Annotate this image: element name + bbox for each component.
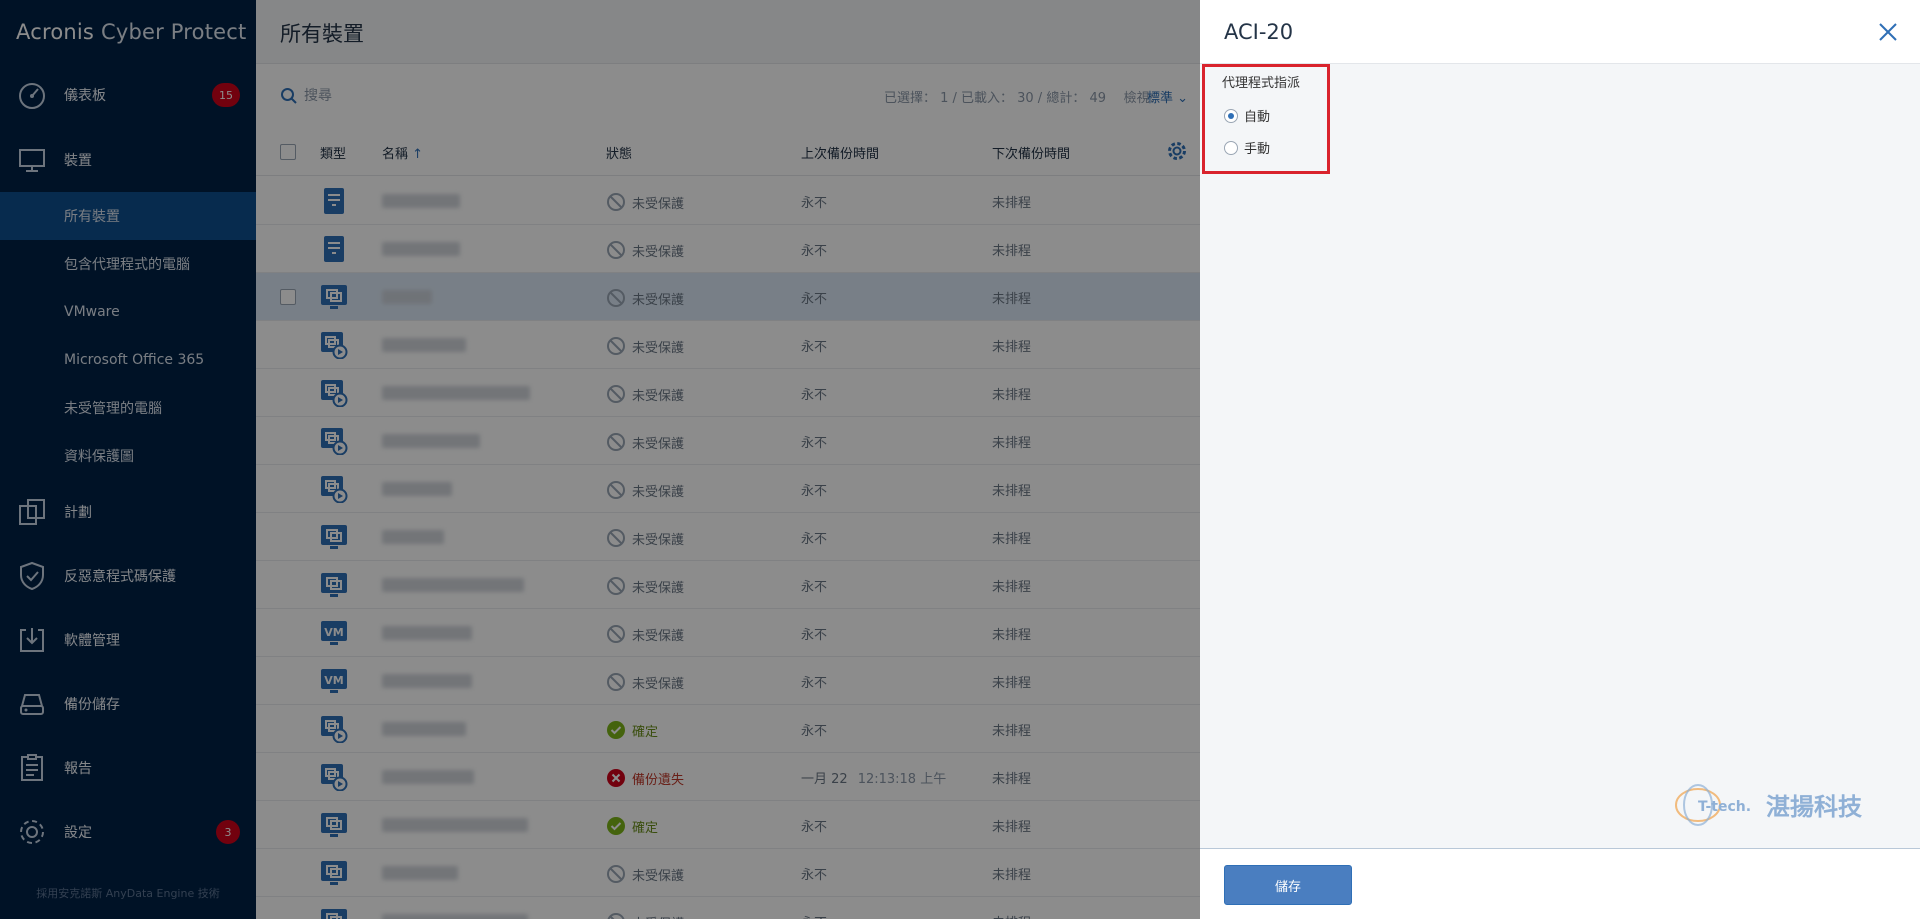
radio-manual-label: 手動	[1244, 142, 1271, 157]
close-icon[interactable]	[1876, 20, 1900, 44]
watermark-logo-icon: T-tech.	[1675, 784, 1751, 826]
watermark: T-tech. 湛揚科技	[1672, 776, 1892, 832]
modal-overlay[interactable]	[0, 0, 1200, 919]
panel-footer: 儲存	[1200, 848, 1920, 919]
watermark-small-text: T-tech.	[1698, 799, 1751, 815]
device-details-panel: ACI-20 代理程式指派 自動 手動 T-tech. 湛揚科技 儲存	[1200, 0, 1920, 919]
radio-manual-button[interactable]	[1224, 140, 1238, 155]
radio-manual[interactable]: 手動	[1224, 138, 1270, 157]
radio-auto-label: 自動	[1244, 110, 1271, 125]
watermark-brand: 湛揚科技	[1766, 792, 1862, 821]
save-button[interactable]: 儲存	[1224, 865, 1352, 905]
radio-auto-button[interactable]	[1224, 108, 1238, 123]
agent-assignment-title: 代理程式指派	[1222, 76, 1301, 91]
panel-title: ACI-20	[1224, 20, 1294, 44]
radio-auto[interactable]: 自動	[1224, 106, 1270, 125]
panel-header: ACI-20	[1200, 0, 1920, 64]
